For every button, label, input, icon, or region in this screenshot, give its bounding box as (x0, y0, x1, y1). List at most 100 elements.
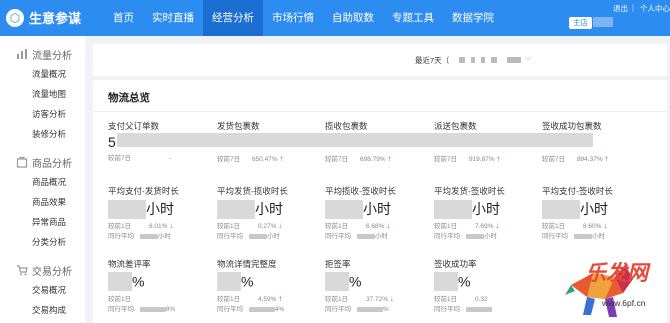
masked-value (108, 199, 146, 219)
metric-unit: 小时 (472, 201, 500, 217)
compare-label: 较前7日 (217, 156, 241, 163)
nav-market[interactable]: 市场行情 (263, 0, 323, 36)
compare-label: 较前1日 (325, 296, 349, 303)
sidebar-group-goods[interactable]: 商品分析 (0, 152, 85, 172)
sidebar-item-category-analysis[interactable]: 分类分析 (0, 232, 85, 252)
compare-pct: 0.32 (474, 296, 488, 303)
masked-value (434, 199, 472, 219)
compare-label: 较前7日 (542, 156, 566, 163)
metric-label: 拒签率 (325, 259, 351, 269)
sidebar-item-flow-map[interactable]: 流量地图 (0, 84, 85, 104)
main-nav: 首页 实时直播 经营分析 市场行情 自助取数 专题工具 数据学院 (104, 0, 503, 36)
metric-card[interactable]: 物流详情完整度 % 较前1日 4.59% ↑ 同行平均 4% (217, 258, 317, 313)
metric-card[interactable]: 平均揽收-签收时长 小时 较前1日 6.68% ↓ 同行平均 小时 (325, 185, 425, 240)
masked-value (217, 199, 255, 219)
metric-label: 平均揽收-签收时长 (325, 186, 396, 196)
compare-pct: 698.79% (359, 156, 386, 163)
peer-avg-label: 同行平均 (217, 306, 243, 313)
arrow-up-icon: ↑ (496, 154, 501, 163)
metric-card[interactable]: 签收成功包裹数 较前7日 894.37% ↑ (542, 120, 652, 163)
metric-card[interactable]: 平均支付-签收时长 小时 较前1日 8.60% ↓ 同行平均 小时 (542, 185, 652, 240)
compare-pct: 650.47% (251, 156, 278, 163)
masked-value (434, 272, 458, 291)
metric-card[interactable]: 拒签率 % 较前1日 37.72% ↓ 同行平均 % (325, 258, 425, 313)
sidebar-item-visitor-analysis[interactable]: 访客分析 (0, 104, 85, 124)
compare-label: 较前1日 (434, 296, 458, 303)
sidebar-item-trade-composition[interactable]: 交易构成 (0, 300, 85, 320)
compare-label: 较前1日 (542, 223, 566, 230)
nav-live[interactable]: 实时直播 (143, 0, 203, 36)
masked-value (542, 199, 580, 219)
peer-avg-label: 同行平均 (434, 233, 460, 240)
metric-card[interactable]: 平均发货-揽收时长 小时 较前1日 0.27% ↓ 同行平均 小时 (217, 185, 317, 240)
sidebar-item-decoration-analysis[interactable]: 装修分析 (0, 124, 85, 144)
peer-avg-label: 同行平均 (108, 306, 134, 313)
compare-pct: 4.59% (257, 296, 277, 303)
metric-label: 派送包裹数 (434, 121, 477, 131)
compare-pct: 8.01% (148, 223, 168, 230)
sidebar-item-trade-overview[interactable]: 交易概况 (0, 280, 85, 300)
metric-label: 发货包裹数 (217, 121, 260, 131)
metric-label: 平均支付-发货时长 (108, 186, 179, 196)
goods-icon (16, 156, 28, 168)
panel-title: 物流总览 (108, 92, 150, 104)
masked-value (325, 199, 363, 219)
metric-label: 签收成功包裹数 (542, 121, 602, 131)
nav-data-academy[interactable]: 数据学院 (443, 0, 503, 36)
peer-avg-unit: 小时 (483, 233, 497, 240)
compare-label: 较前7日 (434, 156, 458, 163)
sidebar-group-flow[interactable]: 流量分析 (0, 44, 85, 64)
compare-label: 较前1日 (434, 223, 458, 230)
compare-label: 较前1日 (217, 223, 241, 230)
masked-value (139, 233, 158, 239)
shop-badge[interactable]: 主店 (569, 17, 592, 29)
logo[interactable]: ⬡ 生意参谋 (6, 8, 81, 27)
compare-label: 较前1日 (108, 223, 132, 230)
sidebar-item-abnormal-goods[interactable]: 异常商品 (0, 212, 85, 232)
arrow-up-icon: ↑ (278, 294, 283, 303)
peer-avg-label: 同行平均 (217, 233, 243, 240)
arrow-down-icon: ↓ (278, 221, 283, 230)
user-center-link[interactable]: 个人中心 (640, 3, 670, 14)
compare-label: 较前7日 (325, 156, 349, 163)
metric-unit: % (132, 273, 145, 290)
peer-avg-unit: 4% (274, 306, 285, 313)
nav-business-analysis[interactable]: 经营分析 (203, 0, 263, 36)
arrow-down-icon: ↓ (389, 294, 394, 303)
compare-label: 较前7日 (108, 155, 132, 162)
chevron-down-icon[interactable]: ⌵ (525, 53, 531, 63)
metric-card[interactable]: 揽收包裹数 较前7日 698.79% ↑ (325, 120, 425, 163)
arrow-down-icon: ↓ (495, 221, 500, 230)
nav-special-tools[interactable]: 专题工具 (383, 0, 443, 36)
sidebar: 流量分析 流量概况 流量地图 访客分析 装修分析 商品分析 商品概况 商品效果 … (0, 36, 85, 323)
metric-card[interactable]: 发货包裹数 较前7日 650.47% ↑ (217, 120, 317, 163)
metric-unit: 小时 (146, 201, 174, 217)
sidebar-group-trade[interactable]: 交易分析 (0, 260, 85, 280)
metric-card[interactable]: 签收成功率 % 较前1日 0.32 同行平均 (434, 258, 534, 313)
masked-value (573, 233, 592, 239)
nav-home[interactable]: 首页 (104, 0, 143, 36)
sidebar-group-label: 商品分析 (32, 158, 72, 170)
sidebar-item-goods-overview[interactable]: 商品概况 (0, 172, 85, 192)
nav-self-fetch[interactable]: 自助取数 (323, 0, 383, 36)
arrow-down-icon: ↓ (386, 221, 391, 230)
logo-icon: ⬡ (6, 8, 24, 27)
date-range-bar[interactable]: 最近7天（ ⌵ (93, 44, 667, 76)
metric-card[interactable]: 平均支付-发货时长 小时 较前1日 8.01% ↓ 同行平均 小时 (108, 185, 208, 240)
peer-avg-label: 同行平均 (108, 233, 134, 240)
logout-link[interactable]: 退出 (613, 3, 628, 14)
sidebar-item-flow-overview[interactable]: 流量概况 (0, 64, 85, 84)
metric-unit: % (458, 273, 471, 290)
masked-date (471, 57, 475, 63)
metric-card[interactable]: 平均发货-签收时长 小时 较前1日 7.69% ↓ 同行平均 小时 (434, 185, 534, 240)
metric-card[interactable]: 物流差评率 % 较前1日 同行平均 8% (108, 258, 208, 313)
compare-label: 较前1日 (325, 223, 349, 230)
compare-pct: - (168, 155, 172, 162)
sidebar-item-goods-effect[interactable]: 商品效果 (0, 192, 85, 212)
peer-avg-unit: 小时 (591, 233, 605, 240)
divider (93, 111, 667, 112)
top-bar: ⬡ 生意参谋 首页 实时直播 经营分析 市场行情 自助取数 专题工具 数据学院 … (0, 0, 670, 36)
arrow-up-icon: ↑ (387, 154, 392, 163)
metric-label: 签收成功率 (434, 259, 477, 269)
metric-card[interactable]: 派送包裹数 较前7日 919.87% ↑ (434, 120, 534, 163)
